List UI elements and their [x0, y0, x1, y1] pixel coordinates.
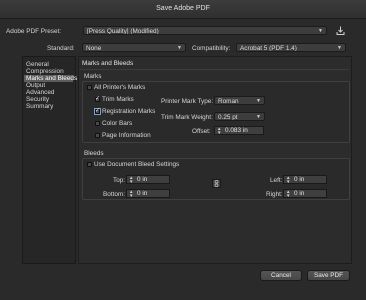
sidebar-item-marks-and-bleeds[interactable]: Marks and Bleeds — [24, 75, 77, 82]
offset-value: 0.083 in — [225, 127, 248, 134]
compatibility-label: Compatibility: — [192, 45, 231, 52]
compatibility-dropdown[interactable]: Acrobat 5 (PDF 1.4) ▼ — [236, 43, 346, 52]
page-information-checkbox[interactable] — [95, 133, 100, 138]
printer-mark-type-label: Printer Mark Type: — [161, 98, 214, 105]
stepper-icon[interactable]: ▲ ▼ — [217, 126, 221, 135]
stepper-icon[interactable]: ▲ ▼ — [129, 189, 133, 198]
color-bars-label: Color Bars — [102, 120, 133, 127]
trim-marks-checkbox[interactable] — [95, 95, 100, 102]
save-preset-icon[interactable] — [335, 25, 346, 36]
preset-value: [Press Quality] (Modified) — [87, 28, 159, 35]
trim-mark-weight-dropdown[interactable]: 0.25 pt ▼ — [214, 112, 265, 121]
save-pdf-button[interactable]: Save PDF — [307, 270, 350, 281]
chevron-down-icon: ▼ — [337, 45, 342, 51]
panel-heading: Marks and Bleeds — [82, 60, 134, 67]
window-title: Save Adobe PDF — [156, 5, 210, 12]
printer-mark-type-value: Roman — [218, 98, 239, 105]
bleed-bottom-label: Bottom: — [103, 191, 126, 198]
bleed-right-field[interactable]: ▲ ▼ 0 in — [283, 189, 327, 198]
all-printers-marks-label: All Printer's Marks — [94, 84, 146, 91]
bleed-left-field[interactable]: ▲ ▼ 0 in — [283, 175, 327, 184]
offset-label: Offset: — [192, 128, 211, 135]
stepper-icon[interactable]: ▲ ▼ — [286, 189, 290, 198]
sidebar-item-compression[interactable]: Compression — [26, 68, 64, 75]
bleed-left-label: Left: — [270, 177, 283, 184]
chevron-down-icon: ▼ — [177, 45, 182, 51]
sidebar-item-summary[interactable]: Summary — [26, 103, 53, 110]
chevron-down-icon: ▼ — [256, 98, 261, 104]
preset-label: Adobe PDF Preset: — [6, 28, 62, 35]
bleed-bottom-value: 0 in — [137, 190, 148, 197]
use-document-bleed-label: Use Document Bleed Settings — [94, 161, 180, 168]
trim-mark-weight-value: 0.25 pt — [218, 114, 238, 121]
bleed-right-label: Right: — [266, 191, 283, 198]
bleeds-heading: Bleeds — [84, 150, 104, 157]
bleed-right-value: 0 in — [294, 190, 305, 197]
heading-divider — [79, 69, 349, 70]
chevron-down-icon: ▼ — [256, 114, 261, 120]
printer-mark-type-dropdown[interactable]: Roman ▼ — [214, 96, 265, 105]
standard-label: Standard: — [47, 45, 75, 52]
registration-marks-label: Registration Marks — [102, 108, 156, 115]
trim-mark-weight-label: Trim Mark Weight: — [161, 114, 213, 121]
sidebar: General Compression Marks and Bleeds Out… — [22, 56, 77, 264]
color-bars-checkbox[interactable] — [95, 121, 100, 126]
preset-dropdown[interactable]: [Press Quality] (Modified) ▼ — [83, 26, 327, 35]
stepper-icon[interactable]: ▲ ▼ — [286, 175, 290, 184]
offset-field[interactable]: ▲ ▼ 0.083 in — [214, 126, 264, 135]
page-information-label: Page Information — [102, 132, 151, 139]
bleed-top-value: 0 in — [137, 176, 148, 183]
bleed-left-value: 0 in — [294, 176, 305, 183]
link-chain-icon[interactable] — [212, 179, 221, 188]
sidebar-item-output[interactable]: Output — [26, 82, 45, 89]
standard-value: None — [86, 45, 102, 52]
bleed-bottom-field[interactable]: ▲ ▼ 0 in — [126, 189, 170, 198]
chevron-down-icon: ▼ — [318, 28, 323, 34]
sidebar-item-advanced[interactable]: Advanced — [26, 89, 54, 96]
stepper-icon[interactable]: ▲ ▼ — [129, 175, 133, 184]
compatibility-value: Acrobat 5 (PDF 1.4) — [240, 45, 297, 52]
marks-heading: Marks — [84, 73, 102, 80]
use-document-bleed-checkbox[interactable] — [87, 162, 92, 167]
sidebar-item-general[interactable]: General — [26, 61, 49, 68]
registration-marks-checkbox[interactable] — [95, 107, 100, 114]
cancel-button[interactable]: Cancel — [260, 270, 302, 281]
sidebar-item-security[interactable]: Security — [26, 96, 49, 103]
bleed-top-label: Top: — [113, 177, 126, 184]
bleed-top-field[interactable]: ▲ ▼ 0 in — [126, 175, 170, 184]
standard-dropdown[interactable]: None ▼ — [82, 43, 186, 52]
all-printers-marks-checkbox[interactable] — [87, 85, 92, 90]
trim-marks-label: Trim Marks — [102, 96, 134, 103]
